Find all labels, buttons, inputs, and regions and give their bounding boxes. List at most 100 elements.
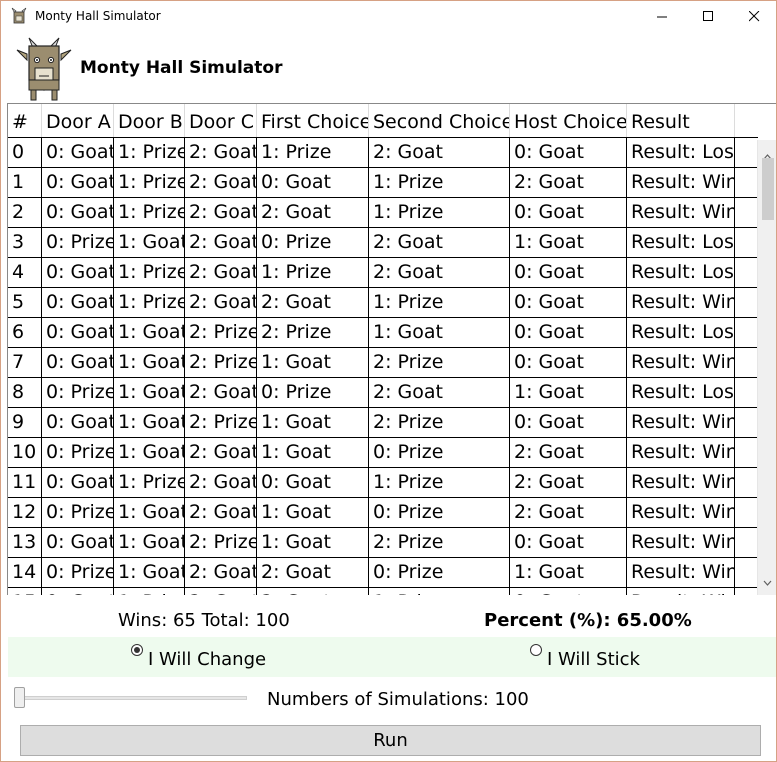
cell-result[interactable]: Result: Loss — [627, 378, 735, 407]
cell-host-choice[interactable]: 0: Goat — [510, 138, 627, 167]
cell-result[interactable]: Result: Loss — [627, 318, 735, 347]
cell-door-a[interactable]: 0: Goat — [42, 588, 114, 595]
cell-result[interactable]: Result: Win — [627, 498, 735, 527]
cell-door-c[interactable]: 2: Goat — [185, 438, 257, 467]
cell-door-a[interactable]: 0: Goat — [42, 198, 114, 227]
column-header-result[interactable]: Result — [627, 104, 735, 138]
cell-result[interactable]: Result: Win — [627, 528, 735, 557]
cell-result[interactable]: Result: Win — [627, 288, 735, 317]
cell-door-a[interactable]: 0: Goat — [42, 168, 114, 197]
cell-door-a[interactable]: 0: Goat — [42, 318, 114, 347]
cell-host-choice[interactable]: 2: Goat — [510, 498, 627, 527]
cell-first-choice[interactable]: 2: Goat — [257, 198, 369, 227]
cell-host-choice[interactable]: 0: Goat — [510, 348, 627, 377]
cell-result[interactable]: Result: Loss — [627, 258, 735, 287]
cell-door-c[interactable]: 2: Goat — [185, 378, 257, 407]
cell-first-choice[interactable]: 1: Goat — [257, 408, 369, 437]
cell-door-a[interactable]: 0: Goat — [42, 348, 114, 377]
column-header-host-choice[interactable]: Host Choice — [510, 104, 627, 138]
cell-door-b[interactable]: 1: Prize — [114, 168, 185, 197]
cell-host-choice[interactable]: 1: Goat — [510, 228, 627, 257]
cell-first-choice[interactable]: 1: Goat — [257, 528, 369, 557]
cell-index[interactable]: 8 — [8, 378, 42, 407]
cell-door-b[interactable]: 1: Goat — [114, 528, 185, 557]
cell-host-choice[interactable]: 0: Goat — [510, 408, 627, 437]
cell-door-c[interactable]: 2: Goat — [185, 558, 257, 587]
cell-host-choice[interactable]: 0: Goat — [510, 288, 627, 317]
table-row[interactable]: 14 0: Prize 1: Goat 2: Goat 2: Goat 0: Prize 1… — [8, 557, 758, 587]
scrollbar-thumb[interactable] — [762, 158, 774, 220]
table-row[interactable]: 4 0: Goat 1: Prize 2: Goat 1: Prize 2: Goat 0:… — [8, 257, 758, 287]
cell-host-choice[interactable]: 2: Goat — [510, 468, 627, 497]
cell-door-c[interactable]: 2: Goat — [185, 168, 257, 197]
cell-index[interactable]: 13 — [8, 528, 42, 557]
cell-host-choice[interactable]: 0: Goat — [510, 198, 627, 227]
cell-second-choice[interactable]: 0: Prize — [369, 558, 510, 587]
cell-index[interactable]: 2 — [8, 198, 42, 227]
cell-door-c[interactable]: 2: Goat — [185, 138, 257, 167]
cell-result[interactable]: Result: Win — [627, 588, 735, 595]
table-row[interactable]: 9 0: Goat 1: Goat 2: Prize 1: Goat 2: Prize 0:… — [8, 407, 758, 437]
cell-second-choice[interactable]: 1: Goat — [369, 318, 510, 347]
cell-door-a[interactable]: 0: Goat — [42, 528, 114, 557]
cell-host-choice[interactable]: 0: Goat — [510, 318, 627, 347]
column-header-second-choice[interactable]: Second Choice — [369, 104, 510, 138]
cell-first-choice[interactable]: 2: Goat — [257, 588, 369, 595]
cell-door-b[interactable]: 1: Goat — [114, 438, 185, 467]
will-stick-radio[interactable]: I Will Stick — [530, 643, 640, 670]
cell-door-c[interactable]: 2: Goat — [185, 288, 257, 317]
cell-door-b[interactable]: 1: Prize — [114, 288, 185, 317]
cell-door-b[interactable]: 1: Prize — [114, 588, 185, 595]
cell-result[interactable]: Result: Win — [627, 558, 735, 587]
cell-second-choice[interactable]: 2: Goat — [369, 378, 510, 407]
cell-first-choice[interactable]: 2: Prize — [257, 318, 369, 347]
table-row[interactable]: 11 0: Goat 1: Prize 2: Goat 0: Goat 1: Prize 2… — [8, 467, 758, 497]
close-button[interactable] — [731, 1, 776, 31]
cell-host-choice[interactable]: 0: Goat — [510, 588, 627, 595]
cell-door-b[interactable]: 1: Goat — [114, 378, 185, 407]
cell-door-a[interactable]: 0: Goat — [42, 258, 114, 287]
cell-result[interactable]: Result: Win — [627, 468, 735, 497]
minimize-button[interactable] — [639, 1, 685, 31]
cell-door-b[interactable]: 1: Goat — [114, 408, 185, 437]
cell-result[interactable]: Result: Win — [627, 408, 735, 437]
cell-door-a[interactable]: 0: Prize — [42, 378, 114, 407]
cell-door-a[interactable]: 0: Goat — [42, 408, 114, 437]
cell-door-c[interactable]: 2: Goat — [185, 198, 257, 227]
cell-result[interactable]: Result: Win — [627, 438, 735, 467]
cell-index[interactable]: 0 — [8, 138, 42, 167]
cell-door-b[interactable]: 1: Goat — [114, 318, 185, 347]
cell-index[interactable]: 11 — [8, 468, 42, 497]
cell-host-choice[interactable]: 0: Goat — [510, 528, 627, 557]
cell-index[interactable]: 6 — [8, 318, 42, 347]
cell-index[interactable]: 7 — [8, 348, 42, 377]
scroll-down-arrow-icon[interactable] — [763, 573, 772, 591]
cell-index[interactable]: 12 — [8, 498, 42, 527]
table-row[interactable]: 12 0: Prize 1: Goat 2: Goat 1: Goat 0: Prize 2… — [8, 497, 758, 527]
table-row[interactable]: 6 0: Goat 1: Goat 2: Prize 2: Prize 1: Goat 0:… — [8, 317, 758, 347]
radio-unchecked-icon[interactable] — [530, 644, 542, 656]
cell-door-b[interactable]: 1: Prize — [114, 258, 185, 287]
cell-first-choice[interactable]: 0: Goat — [257, 168, 369, 197]
cell-host-choice[interactable]: 2: Goat — [510, 168, 627, 197]
cell-door-a[interactable]: 0: Prize — [42, 438, 114, 467]
cell-second-choice[interactable]: 2: Goat — [369, 138, 510, 167]
cell-door-a[interactable]: 0: Prize — [42, 228, 114, 257]
cell-door-a[interactable]: 0: Goat — [42, 288, 114, 317]
run-button[interactable]: Run — [20, 725, 761, 756]
cell-index[interactable]: 1 — [8, 168, 42, 197]
cell-second-choice[interactable]: 2: Prize — [369, 528, 510, 557]
cell-door-a[interactable]: 0: Prize — [42, 558, 114, 587]
column-header-first-choice[interactable]: First Choice — [257, 104, 369, 138]
cell-door-c[interactable]: 2: Goat — [185, 228, 257, 257]
table-row[interactable]: 10 0: Prize 1: Goat 2: Goat 1: Goat 0: Prize 2… — [8, 437, 758, 467]
cell-door-c[interactable]: 2: Goat — [185, 498, 257, 527]
radio-checked-icon[interactable] — [131, 644, 143, 656]
cell-result[interactable]: Result: Win — [627, 198, 735, 227]
table-row[interactable]: 13 0: Goat 1: Goat 2: Prize 1: Goat 2: Prize 0… — [8, 527, 758, 557]
table-row[interactable]: 150: Goat1: Prize2: Goat2: Goat1: Prize0… — [8, 587, 758, 595]
cell-first-choice[interactable]: 0: Prize — [257, 378, 369, 407]
cell-second-choice[interactable]: 0: Prize — [369, 498, 510, 527]
cell-door-b[interactable]: 1: Goat — [114, 228, 185, 257]
cell-index[interactable]: 14 — [8, 558, 42, 587]
